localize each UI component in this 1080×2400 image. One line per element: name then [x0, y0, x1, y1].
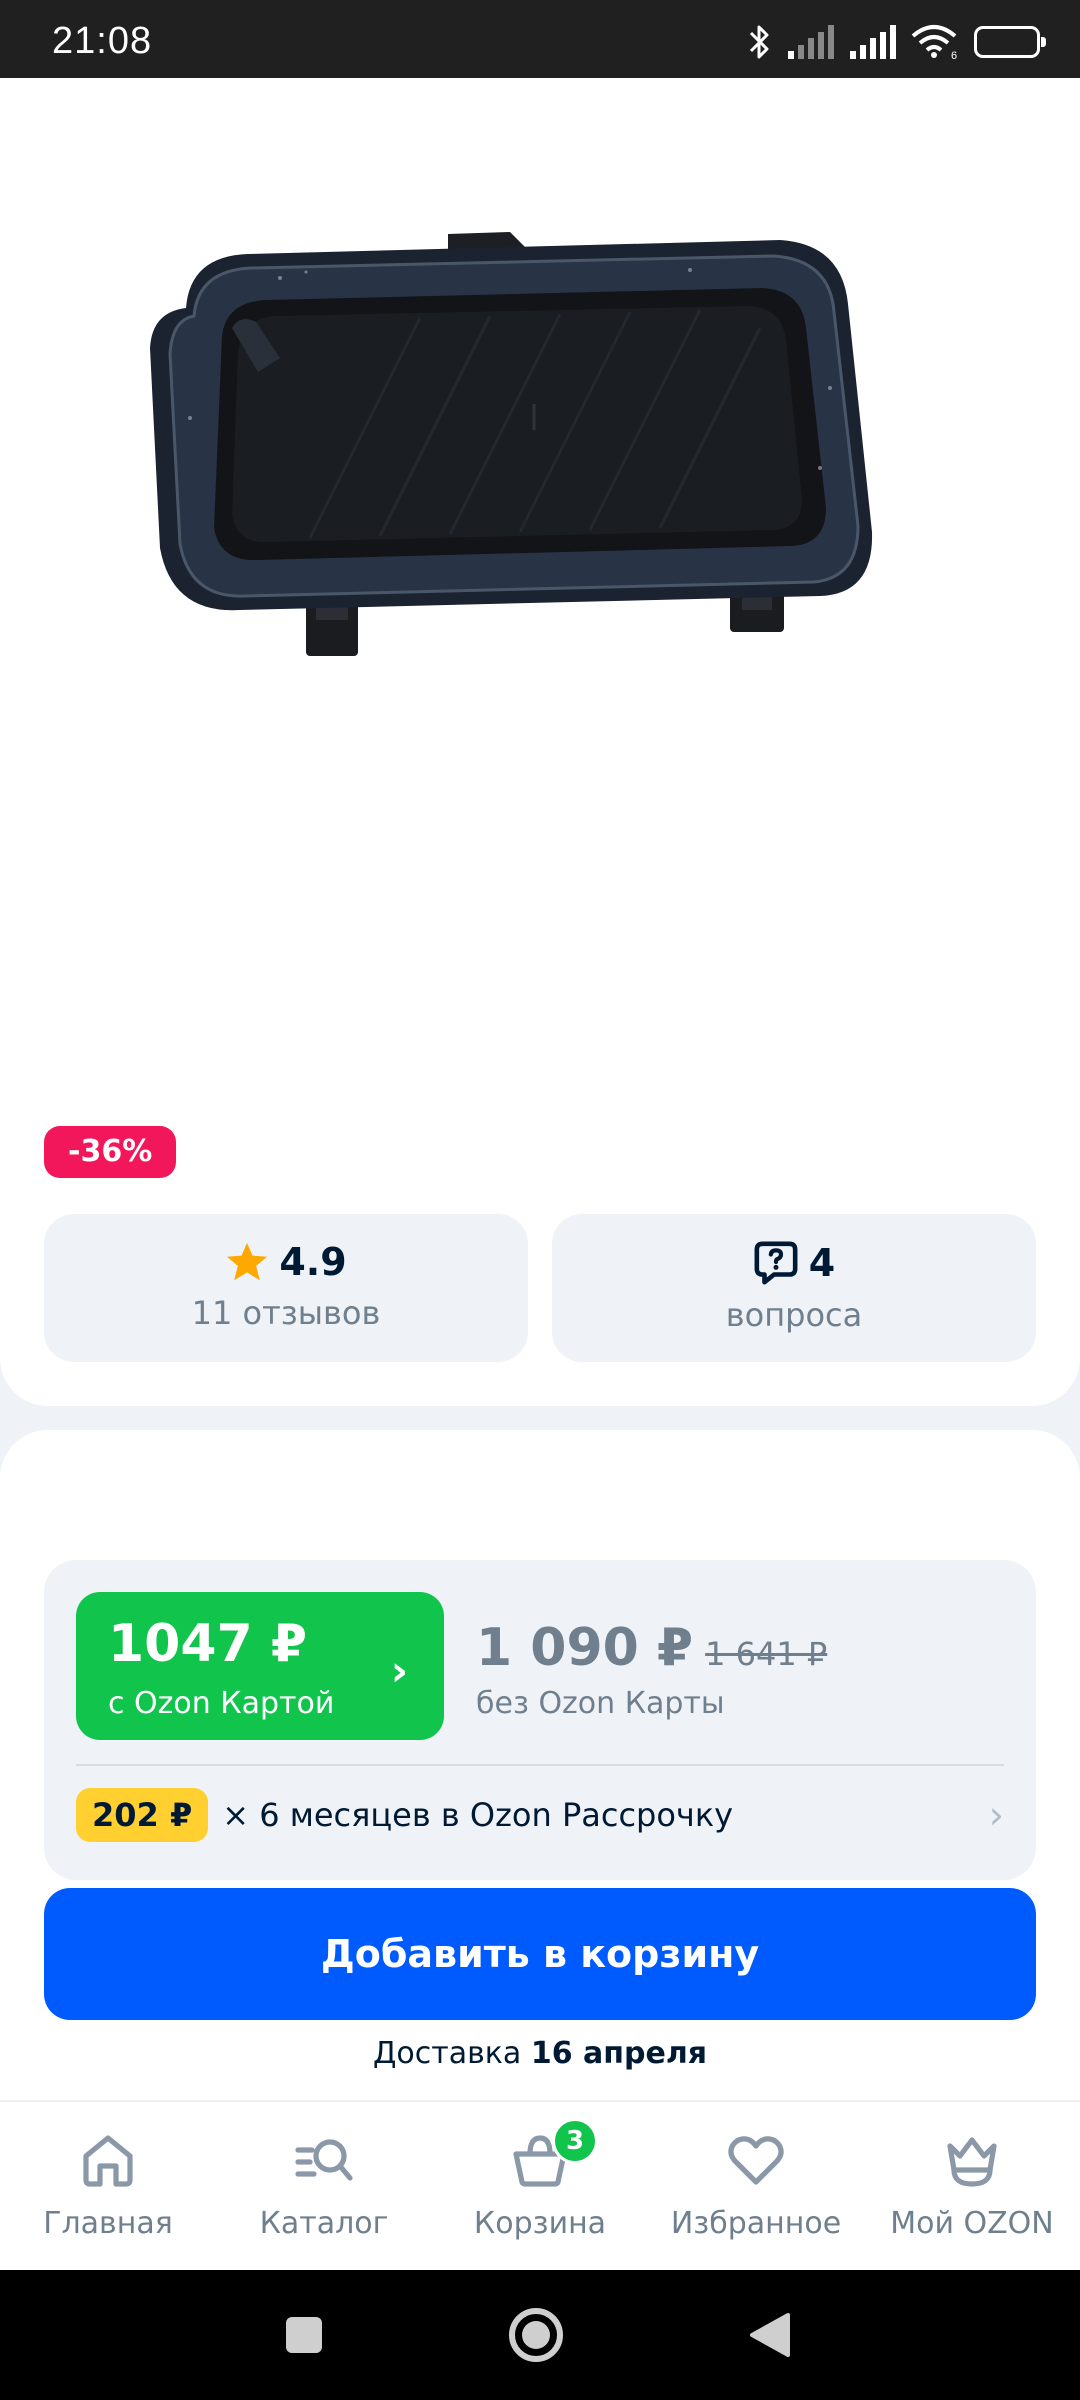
system-nav-bar [0, 2270, 1080, 2400]
installment-row[interactable]: 202 ₽ × 6 месяцев в Ozon Рассрочку › [76, 1782, 1004, 1848]
price-card: 1047 ₽ с Ozon Картой › 1 090 ₽ 1 641 ₽ б… [0, 1430, 1080, 2130]
cart-count-badge: 3 [552, 2118, 598, 2164]
nav-item-catalog[interactable]: Каталог [216, 2102, 432, 2270]
home-button[interactable] [476, 2270, 596, 2400]
status-bar: 21:08 6 48 [0, 0, 1080, 78]
product-card: -36% 4.9 11 отзывов 4 вопроса [0, 78, 1080, 1406]
ozon-card-price-button[interactable]: 1047 ₽ с Ozon Картой › [76, 1592, 444, 1740]
nav-item-home[interactable]: Главная [0, 2102, 216, 2270]
questions-summary[interactable]: 4 вопроса [552, 1214, 1036, 1362]
regular-price-label: без Ozon Карты [476, 1686, 725, 1721]
status-time: 21:08 [52, 20, 153, 62]
back-triangle-icon [750, 2313, 790, 2357]
reviews-count: 11 отзывов [191, 1294, 381, 1332]
home-icon [83, 2135, 133, 2187]
regular-price-group: 1 090 ₽ 1 641 ₽ [476, 1618, 827, 1678]
installment-text: × 6 месяцев в Ozon Рассрочку [222, 1796, 734, 1834]
crown-icon [947, 2137, 997, 2187]
questions-count: 4 [808, 1241, 836, 1285]
card-price-label: с Ozon Картой [108, 1686, 335, 1721]
signal-weak-icon [788, 25, 834, 59]
reviews-summary[interactable]: 4.9 11 отзывов [44, 1214, 528, 1362]
delivery-date: 16 апреля [530, 2036, 708, 2071]
old-price: 1 641 ₽ [705, 1635, 828, 1673]
card-price: 1047 ₽ [108, 1614, 308, 1674]
divider [76, 1764, 1004, 1766]
delivery-info: Доставка 16 апреля [0, 2036, 1080, 2071]
catalog-search-icon [295, 2139, 353, 2181]
back-button[interactable] [710, 2270, 830, 2400]
svg-text:6: 6 [951, 50, 957, 60]
battery-icon: 48 [974, 26, 1046, 58]
bottom-nav: Главная Каталог 3 Корзина Избранное Мой … [0, 2100, 1080, 2270]
nav-label: Главная [43, 2206, 173, 2241]
nav-item-my-ozon[interactable]: Мой OZON [864, 2102, 1080, 2270]
nav-item-favorites[interactable]: Избранное [648, 2102, 864, 2270]
bluetooth-icon [749, 25, 769, 59]
star-icon [227, 1242, 268, 1281]
nav-item-cart[interactable]: 3 Корзина [432, 2102, 648, 2270]
nav-label: Избранное [670, 2206, 842, 2241]
recent-apps-button[interactable] [244, 2270, 364, 2400]
add-to-cart-button[interactable]: Добавить в корзину [44, 1888, 1036, 2020]
wifi-icon: 6 [911, 25, 957, 60]
discount-badge: -36% [44, 1126, 177, 1178]
installment-amount: 202 ₽ [76, 1788, 209, 1842]
question-bubble-icon [754, 1241, 798, 1285]
nav-label: Каталог [259, 2206, 389, 2241]
questions-label: вопроса [725, 1296, 863, 1334]
chevron-right-icon: › [988, 1793, 1004, 1837]
nav-label: Мой OZON [890, 2206, 1054, 2241]
square-icon [286, 2317, 322, 2353]
delivery-prefix: Доставка [372, 2036, 522, 2071]
regular-price: 1 090 ₽ [476, 1618, 694, 1678]
rating-value: 4.9 [279, 1240, 347, 1284]
circle-icon [509, 2308, 563, 2362]
product-photo[interactable] [130, 218, 910, 678]
price-panel: 1047 ₽ с Ozon Картой › 1 090 ₽ 1 641 ₽ б… [44, 1560, 1036, 1880]
heart-icon [728, 2136, 784, 2185]
signal-strong-icon [850, 25, 896, 59]
nav-label: Корзина [473, 2206, 607, 2241]
chevron-right-icon: › [390, 1646, 408, 1695]
battery-text: 48 [995, 30, 1019, 52]
status-icons: 6 48 [748, 22, 1046, 62]
